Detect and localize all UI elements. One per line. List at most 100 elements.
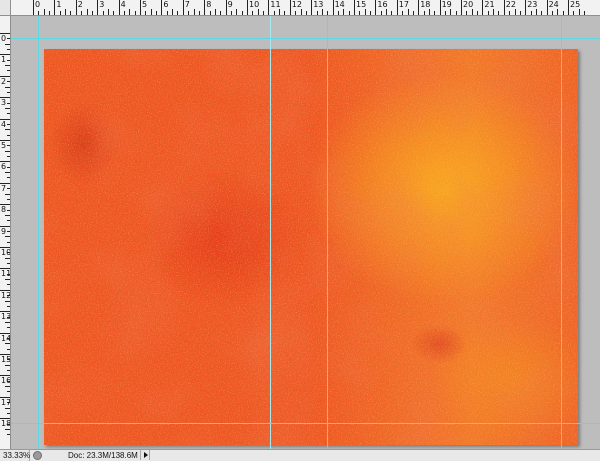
ruler-top-label: 16	[377, 0, 388, 9]
guide-vertical-spine-right[interactable]	[327, 16, 328, 449]
ruler-minor-tick	[471, 9, 473, 15]
ruler-minor-tick	[5, 279, 10, 281]
ruler-major-tick	[461, 0, 462, 15]
ruler-minor-tick	[428, 9, 430, 15]
ruler-left-label: 16	[1, 376, 11, 386]
ruler-major-tick	[33, 0, 34, 15]
document-size-info: Doc: 23.3M/138.6M	[68, 451, 138, 460]
ruler-major-tick	[525, 0, 527, 15]
ruler-major-tick	[204, 0, 206, 15]
ruler-left-label: 6	[1, 162, 7, 172]
ruler-minor-tick	[198, 11, 200, 15]
ruler-minor-tick	[7, 327, 10, 329]
ruler-minor-tick	[193, 9, 195, 15]
ruler-minor-tick	[7, 134, 10, 136]
ruler-top-label: 12	[291, 0, 302, 9]
ruler-minor-tick	[123, 11, 125, 15]
ruler-minor-tick	[407, 9, 409, 15]
ruler-minor-tick	[7, 263, 10, 265]
ruler-minor-tick	[316, 11, 318, 15]
status-info-icon[interactable]	[33, 451, 42, 460]
ruler-left-label: 11	[1, 269, 11, 279]
ruler-top-label: 18	[420, 0, 431, 9]
ruler-minor-tick	[5, 428, 10, 430]
ruler-minor-tick	[364, 9, 366, 15]
document-canvas[interactable]	[44, 49, 578, 445]
ruler-minor-tick	[177, 11, 179, 15]
vertical-ruler[interactable]: 0 1 2 3 4 5 6 7 8 9 10 11 12 13 14 15 16 17 18	[0, 16, 11, 449]
ruler-left-label: 18	[1, 419, 11, 429]
ruler-top-label: 4	[120, 0, 126, 9]
ruler-left-label: 12	[1, 290, 11, 300]
ruler-minor-tick	[113, 11, 115, 15]
ruler-minor-tick	[5, 150, 10, 152]
ruler-minor-tick	[7, 102, 10, 104]
ruler-minor-tick	[535, 9, 537, 15]
guide-vertical-left-bleed[interactable]	[38, 16, 39, 449]
ruler-top-label: 20	[463, 0, 474, 9]
canvas-pasteboard[interactable]	[11, 16, 600, 449]
ruler-major-tick	[482, 0, 484, 15]
ruler-top-label: 22	[505, 0, 516, 9]
ruler-major-tick	[97, 0, 99, 15]
ruler-top-label: 25	[570, 0, 581, 9]
ruler-minor-tick	[295, 11, 297, 15]
ruler-top-label: 5	[142, 0, 148, 9]
ruler-minor-tick	[380, 11, 382, 15]
guide-horizontal-bottom-bleed[interactable]	[11, 423, 600, 424]
ruler-major-tick	[75, 0, 77, 15]
ruler-minor-tick	[7, 81, 10, 83]
ruler-minor-tick	[386, 9, 388, 15]
ruler-major-tick	[546, 0, 548, 15]
ruler-left-label: 13	[1, 312, 11, 322]
guide-vertical-right-bleed[interactable]	[561, 16, 562, 449]
ruler-minor-tick	[305, 11, 307, 15]
ruler-origin-corner[interactable]	[0, 0, 11, 16]
ruler-minor-tick	[370, 11, 372, 15]
ruler-minor-tick	[5, 172, 10, 174]
horizontal-ruler[interactable]: 0 1 2 3 4 5 6 7 8 9 10 11 12 13 14 15 16 17 18 19 20 21 22 23 24…	[0, 0, 600, 16]
ruler-minor-tick	[230, 11, 232, 15]
ruler-major-tick	[418, 0, 420, 15]
ruler-major-tick	[289, 0, 291, 15]
ruler-minor-tick	[7, 177, 10, 179]
ruler-minor-tick	[444, 11, 446, 15]
ruler-minor-tick	[263, 11, 265, 15]
ruler-major-tick	[140, 0, 141, 15]
ruler-major-tick	[503, 0, 505, 15]
ruler-minor-tick	[7, 70, 10, 72]
ruler-top-label: 14	[334, 0, 345, 9]
guide-vertical-spine-left[interactable]	[270, 16, 271, 449]
ruler-minor-tick	[145, 11, 147, 15]
ruler-minor-tick	[7, 188, 10, 190]
ruler-major-tick	[568, 0, 569, 15]
ruler-minor-tick	[5, 257, 10, 259]
ruler-minor-tick	[7, 348, 10, 350]
ruler-minor-tick	[300, 9, 302, 15]
ruler-minor-tick	[172, 9, 174, 15]
ruler-minor-tick	[450, 9, 452, 15]
guide-horizontal-top-bleed[interactable]	[11, 38, 600, 39]
ruler-minor-tick	[7, 38, 10, 40]
ruler-minor-tick	[5, 407, 10, 409]
ruler-minor-tick	[86, 9, 88, 15]
zoom-level-field[interactable]: 33.33%	[0, 450, 30, 461]
ruler-minor-tick	[65, 9, 67, 15]
status-menu-arrow-icon[interactable]	[140, 450, 150, 460]
ruler-minor-tick	[273, 11, 275, 15]
ruler-minor-tick	[541, 11, 543, 15]
ruler-major-tick	[332, 0, 334, 15]
ruler-major-tick	[268, 0, 270, 15]
ruler-minor-tick	[578, 9, 580, 15]
ruler-top-label: 24	[548, 0, 559, 9]
ruler-minor-tick	[348, 11, 350, 15]
ruler-top-label: 3	[99, 0, 105, 9]
ruler-minor-tick	[359, 11, 361, 15]
ruler-major-tick	[225, 0, 227, 15]
ruler-minor-tick	[241, 11, 243, 15]
ruler-left-label: 17	[1, 397, 11, 407]
ruler-minor-tick	[214, 9, 216, 15]
ruler-minor-tick	[5, 65, 10, 67]
ruler-minor-tick	[70, 11, 72, 15]
ruler-minor-tick	[5, 86, 10, 88]
